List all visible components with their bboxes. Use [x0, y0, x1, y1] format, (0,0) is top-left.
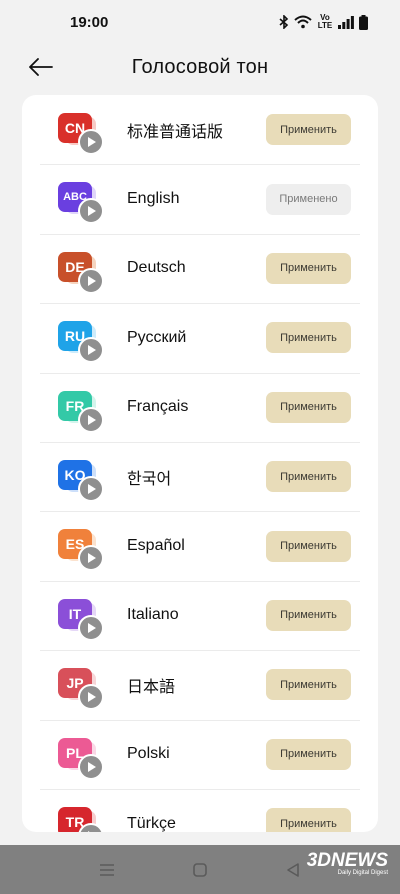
language-row: DE Deutsch Применить: [22, 233, 378, 303]
language-row: ABC English Применено: [22, 164, 378, 233]
back-triangle-icon[interactable]: [280, 857, 306, 883]
play-icon[interactable]: [78, 545, 104, 572]
apply-button[interactable]: Применить: [266, 391, 351, 423]
language-row: KO 한국어 Применить: [22, 441, 378, 511]
signal-icon: [338, 15, 354, 29]
language-row: RU Русский Применить: [22, 303, 378, 372]
language-name: English: [127, 190, 180, 208]
watermark-tagline: Daily Digital Digest: [337, 870, 388, 876]
play-icon[interactable]: [78, 753, 104, 780]
language-name: Italiano: [127, 606, 179, 624]
language-flag-icon: JP: [56, 666, 108, 712]
language-row: CN 标准普通话版 Применить: [22, 95, 378, 164]
status-time: 19:00: [70, 13, 109, 31]
page-title: Голосовой тон: [131, 55, 269, 78]
menu-icon[interactable]: [94, 857, 120, 883]
language-flag-icon: CN: [56, 111, 108, 157]
play-icon[interactable]: [78, 337, 104, 364]
battery-icon: [359, 14, 368, 30]
language-name: Español: [127, 537, 185, 555]
apply-button[interactable]: Применить: [266, 461, 351, 493]
home-square-icon[interactable]: [187, 857, 213, 883]
play-icon[interactable]: [78, 475, 104, 502]
play-icon[interactable]: [78, 267, 104, 294]
language-row: JP 日本語 Применить: [22, 650, 378, 719]
language-list: CN 标准普通话版 Применить ABC English Применен…: [22, 95, 378, 832]
language-row: IT Italiano Применить: [22, 580, 378, 650]
play-icon[interactable]: [78, 614, 104, 641]
apply-button[interactable]: Применить: [266, 669, 351, 701]
language-name: Polski: [127, 745, 170, 763]
arrow-left-icon: [29, 58, 53, 76]
language-flag-icon: PL: [56, 736, 108, 782]
language-flag-icon: RU: [56, 319, 108, 365]
language-row: ES Español Применить: [22, 511, 378, 580]
language-name: Français: [127, 398, 189, 416]
language-name: 标准普通话版: [127, 123, 224, 141]
apply-button[interactable]: Применить: [266, 530, 351, 562]
language-flag-icon: ABC: [56, 180, 108, 226]
language-row: TR Türkçe Применить: [22, 788, 378, 832]
language-flag-icon: TR: [56, 805, 108, 832]
play-icon[interactable]: [78, 129, 104, 155]
volte-label: Vo LTE: [317, 13, 333, 30]
play-icon[interactable]: [78, 406, 104, 433]
language-flag-icon: ES: [56, 527, 108, 573]
apply-button[interactable]: Применить: [266, 738, 351, 770]
play-icon[interactable]: [78, 684, 104, 711]
language-flag-icon: IT: [56, 597, 108, 643]
language-name: Türkçe: [127, 814, 176, 832]
language-name: 한국어: [127, 470, 172, 488]
back-button[interactable]: [26, 52, 56, 82]
apply-button[interactable]: Применить: [266, 322, 351, 354]
apply-button[interactable]: Применить: [266, 114, 351, 146]
bluetooth-icon: [279, 15, 289, 29]
language-name: 日本語: [127, 678, 176, 696]
header: Голосовой тон: [0, 44, 400, 90]
apply-button[interactable]: Применить: [266, 252, 351, 284]
apply-button[interactable]: Применено: [266, 183, 351, 215]
status-icons: Vo LTE: [279, 14, 368, 30]
apply-button[interactable]: Применить: [266, 808, 351, 832]
language-flag-icon: KO: [56, 458, 108, 504]
language-row: PL Polski Применить: [22, 719, 378, 789]
watermark-brand: 3DNEWS: [306, 850, 388, 871]
language-flag-icon: FR: [56, 389, 108, 435]
status-bar: 19:00 Vo LTE: [0, 0, 400, 44]
language-flag-icon: DE: [56, 250, 108, 296]
watermark: 3DNEWS Daily Digital Digest: [306, 850, 388, 877]
wifi-icon: [294, 15, 312, 29]
language-name: Русский: [127, 328, 187, 346]
apply-button[interactable]: Применить: [266, 599, 351, 631]
play-icon[interactable]: [78, 198, 104, 225]
language-name: Deutsch: [127, 259, 186, 277]
language-row: FR Français Применить: [22, 372, 378, 442]
